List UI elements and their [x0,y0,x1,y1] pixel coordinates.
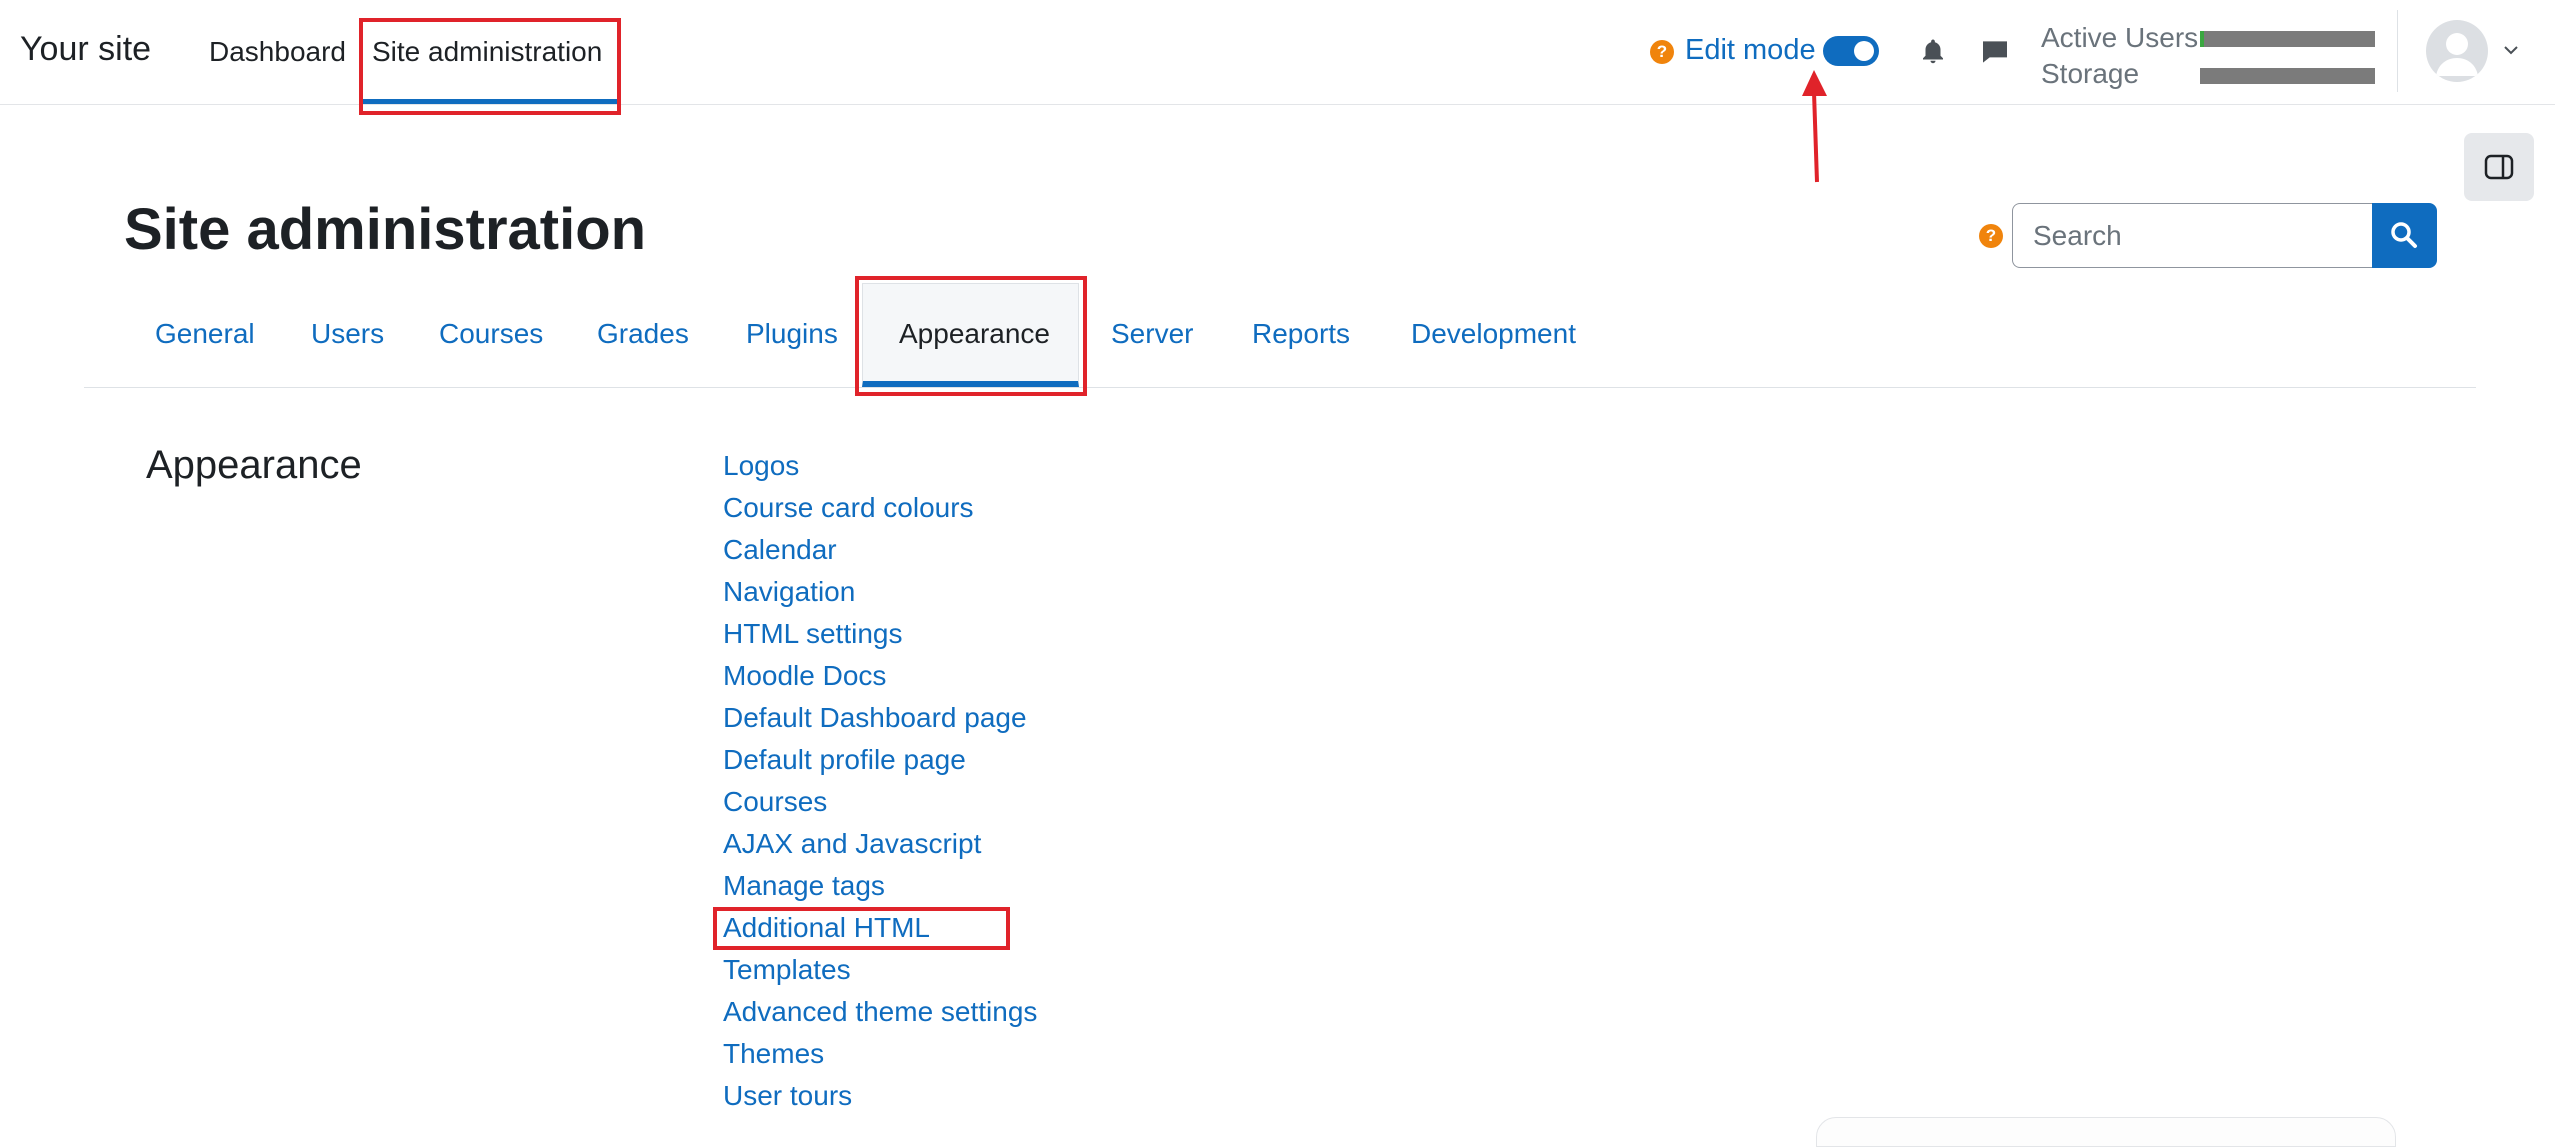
tab-appearance[interactable]: Appearance [899,318,1050,350]
tab-development[interactable]: Development [1411,318,1576,350]
active-users-bar-fill [2200,31,2204,47]
tabs-divider [84,387,2476,388]
toggle-knob [1854,41,1874,61]
tab-grades[interactable]: Grades [597,318,689,350]
tab-users[interactable]: Users [311,318,384,350]
storage-label: Storage [2041,58,2140,89]
link-default-dashboard-page[interactable]: Default Dashboard page [723,700,1037,742]
user-avatar-icon[interactable] [2426,20,2488,82]
open-block-drawer-button[interactable] [2464,133,2534,201]
search-input[interactable] [2012,203,2372,268]
storage-bar [2200,68,2375,84]
question-circle-icon[interactable]: ? [1650,40,1674,64]
chat-bubble-icon[interactable] [1979,36,2011,68]
link-themes[interactable]: Themes [723,1036,1037,1078]
navbar-divider [2397,10,2398,92]
link-advanced-theme-settings[interactable]: Advanced theme settings [723,994,1037,1036]
edit-mode-toggle[interactable] [1823,36,1879,66]
nav-site-administration[interactable]: Site administration [372,36,602,68]
page-title: Site administration [124,197,647,262]
edit-mode-label[interactable]: Edit mode [1685,34,1816,67]
link-ajax-and-javascript[interactable]: AJAX and Javascript [723,826,1037,868]
link-html-settings[interactable]: HTML settings [723,616,1037,658]
tab-courses[interactable]: Courses [439,318,543,350]
tab-plugins[interactable]: Plugins [746,318,838,350]
link-courses[interactable]: Courses [723,784,1037,826]
nav-dashboard[interactable]: Dashboard [209,36,346,68]
search-icon [2391,222,2417,248]
tab-server[interactable]: Server [1111,318,1193,350]
top-navbar: Your site Dashboard Site administration … [0,0,2555,105]
search-button[interactable] [2372,203,2437,268]
link-moodle-docs[interactable]: Moodle Docs [723,658,1037,700]
link-navigation[interactable]: Navigation [723,574,1037,616]
nav-active-indicator [362,99,617,104]
question-circle-icon[interactable]: ? [1979,224,2003,248]
link-templates[interactable]: Templates [723,952,1037,994]
link-user-tours[interactable]: User tours [723,1078,1037,1120]
link-manage-tags[interactable]: Manage tags [723,868,1037,910]
link-additional-html[interactable]: Additional HTML [723,910,1037,952]
section-heading: Appearance [146,443,362,487]
bell-icon[interactable] [1918,36,1948,68]
bottom-popover-edge [1816,1117,2396,1147]
link-calendar[interactable]: Calendar [723,532,1037,574]
annotation-arrow-icon [1802,70,1827,183]
chevron-down-icon[interactable] [2503,44,2519,56]
link-default-profile-page[interactable]: Default profile page [723,742,1037,784]
tab-general[interactable]: General [155,318,255,350]
link-course-card-colours[interactable]: Course card colours [723,490,1037,532]
sidebar-panel-icon [2484,154,2514,180]
link-logos[interactable]: Logos [723,448,1037,490]
active-users-bar [2200,31,2375,47]
tab-reports[interactable]: Reports [1252,318,1350,350]
appearance-link-list: Logos Course card colours Calendar Navig… [723,448,1037,1120]
active-users-label: Active Users [2041,22,2199,53]
site-brand[interactable]: Your site [20,30,151,69]
